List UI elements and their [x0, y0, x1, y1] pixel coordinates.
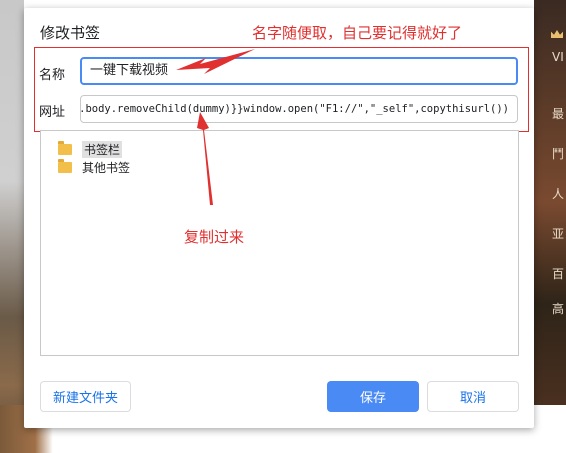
annotation-arrows	[176, 49, 255, 205]
arrow-to-name-field	[176, 49, 255, 74]
arrow-to-url-field	[197, 112, 213, 205]
